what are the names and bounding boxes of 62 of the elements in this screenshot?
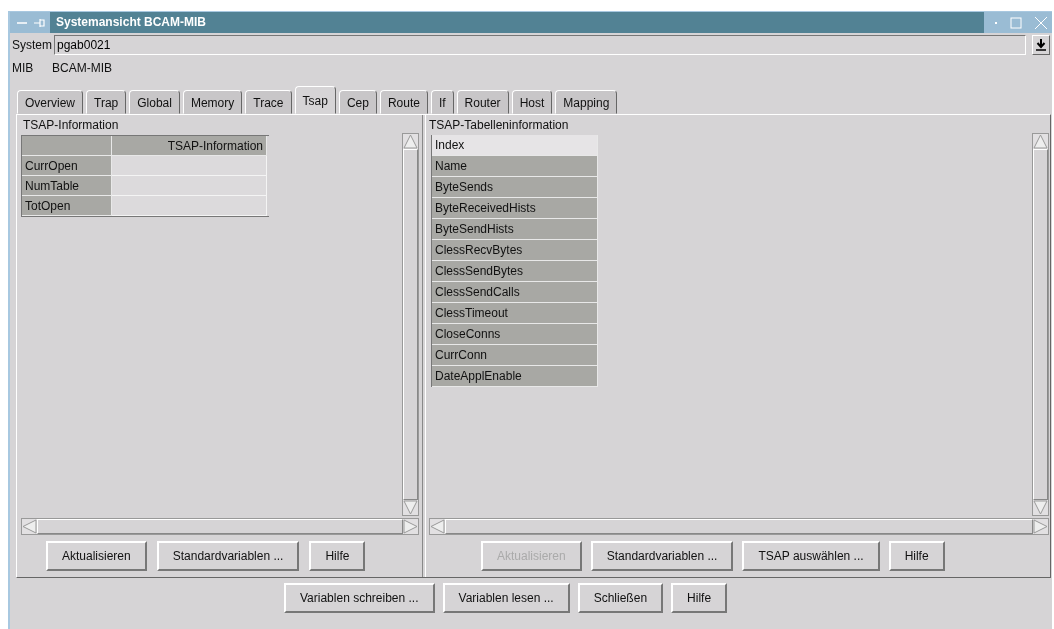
button[interactable]: Variablen lesen ... bbox=[442, 583, 570, 613]
horizontal-scrollbar[interactable] bbox=[429, 518, 1049, 535]
tab[interactable]: Memory bbox=[182, 90, 243, 114]
mib-value: BCAM-MIB bbox=[52, 61, 112, 75]
column-header: TSAP-Information bbox=[112, 136, 267, 156]
list-item[interactable]: CurrConn bbox=[432, 345, 598, 366]
list-item[interactable]: ByteReceivedHists bbox=[432, 198, 598, 219]
tab[interactable]: Overview bbox=[17, 90, 83, 114]
button[interactable]: Standardvariablen ... bbox=[590, 541, 734, 571]
button[interactable]: Standardvariablen ... bbox=[156, 541, 300, 571]
left-arrow-icon[interactable] bbox=[430, 519, 445, 534]
button[interactable]: Schließen bbox=[577, 583, 664, 613]
button[interactable]: TSAP auswählen ... bbox=[742, 541, 880, 571]
system-field[interactable]: pgab0021 bbox=[54, 35, 1026, 55]
tab[interactable]: Global bbox=[129, 90, 180, 114]
button[interactable]: Variablen schreiben ... bbox=[284, 583, 435, 613]
left-arrow-icon[interactable] bbox=[22, 519, 37, 534]
vertical-scrollbar[interactable] bbox=[402, 133, 419, 516]
horizontal-scrollbar[interactable] bbox=[21, 518, 419, 535]
tab[interactable]: Cep bbox=[338, 90, 377, 114]
right-arrow-icon[interactable] bbox=[403, 519, 418, 534]
button[interactable]: Hilfe bbox=[309, 541, 366, 571]
row-header: CurrOpen bbox=[22, 156, 112, 176]
tab[interactable]: Trap bbox=[86, 90, 127, 114]
tab[interactable]: Router bbox=[456, 90, 509, 114]
list-item[interactable]: Index bbox=[432, 135, 598, 156]
window-title: Systemansicht BCAM-MIB bbox=[55, 14, 208, 31]
list-item[interactable]: ClessRecvBytes bbox=[432, 240, 598, 261]
down-arrow-icon[interactable] bbox=[403, 500, 418, 515]
mib-label: MIB bbox=[11, 61, 35, 75]
button[interactable]: Hilfe bbox=[671, 583, 728, 613]
button[interactable]: Aktualisieren bbox=[46, 541, 147, 571]
maximize-icon[interactable] bbox=[1010, 16, 1022, 29]
list-item[interactable]: ClessSendCalls bbox=[432, 282, 598, 303]
down-arrow-icon[interactable] bbox=[1033, 500, 1048, 515]
tab[interactable]: Trace bbox=[245, 90, 292, 114]
list-item[interactable]: DateApplEnable bbox=[432, 366, 598, 387]
up-arrow-icon[interactable] bbox=[403, 134, 418, 149]
panel-title: TSAP-Information bbox=[22, 117, 120, 133]
close-icon[interactable] bbox=[1034, 15, 1048, 30]
download-icon bbox=[1036, 39, 1046, 51]
list-item[interactable]: ByteSends bbox=[432, 177, 598, 198]
tab[interactable]: Host bbox=[511, 90, 553, 114]
list-item[interactable]: CloseConns bbox=[432, 324, 598, 345]
right-arrow-icon[interactable] bbox=[1033, 519, 1048, 534]
pin-icon[interactable] bbox=[34, 17, 46, 28]
tab[interactable]: Tsap bbox=[294, 86, 336, 114]
dropdown-button[interactable] bbox=[1032, 35, 1050, 55]
tab[interactable]: Route bbox=[379, 90, 428, 114]
list-item[interactable]: Name bbox=[432, 156, 598, 177]
list-item[interactable]: ClessTimeout bbox=[432, 303, 598, 324]
list-item[interactable]: ClessSendBytes bbox=[432, 261, 598, 282]
tab[interactable]: If bbox=[430, 90, 454, 114]
vertical-scrollbar[interactable] bbox=[1032, 133, 1049, 516]
list-item[interactable]: ByteSendHists bbox=[432, 219, 598, 240]
system-label: System bbox=[11, 38, 53, 52]
up-arrow-icon[interactable] bbox=[1033, 134, 1048, 149]
tab[interactable]: Mapping bbox=[555, 90, 618, 114]
row-header: NumTable bbox=[22, 176, 112, 196]
button[interactable]: Hilfe bbox=[888, 541, 945, 571]
panel-title: TSAP-Tabelleninformation bbox=[429, 117, 570, 133]
row-header: TotOpen bbox=[22, 196, 112, 216]
